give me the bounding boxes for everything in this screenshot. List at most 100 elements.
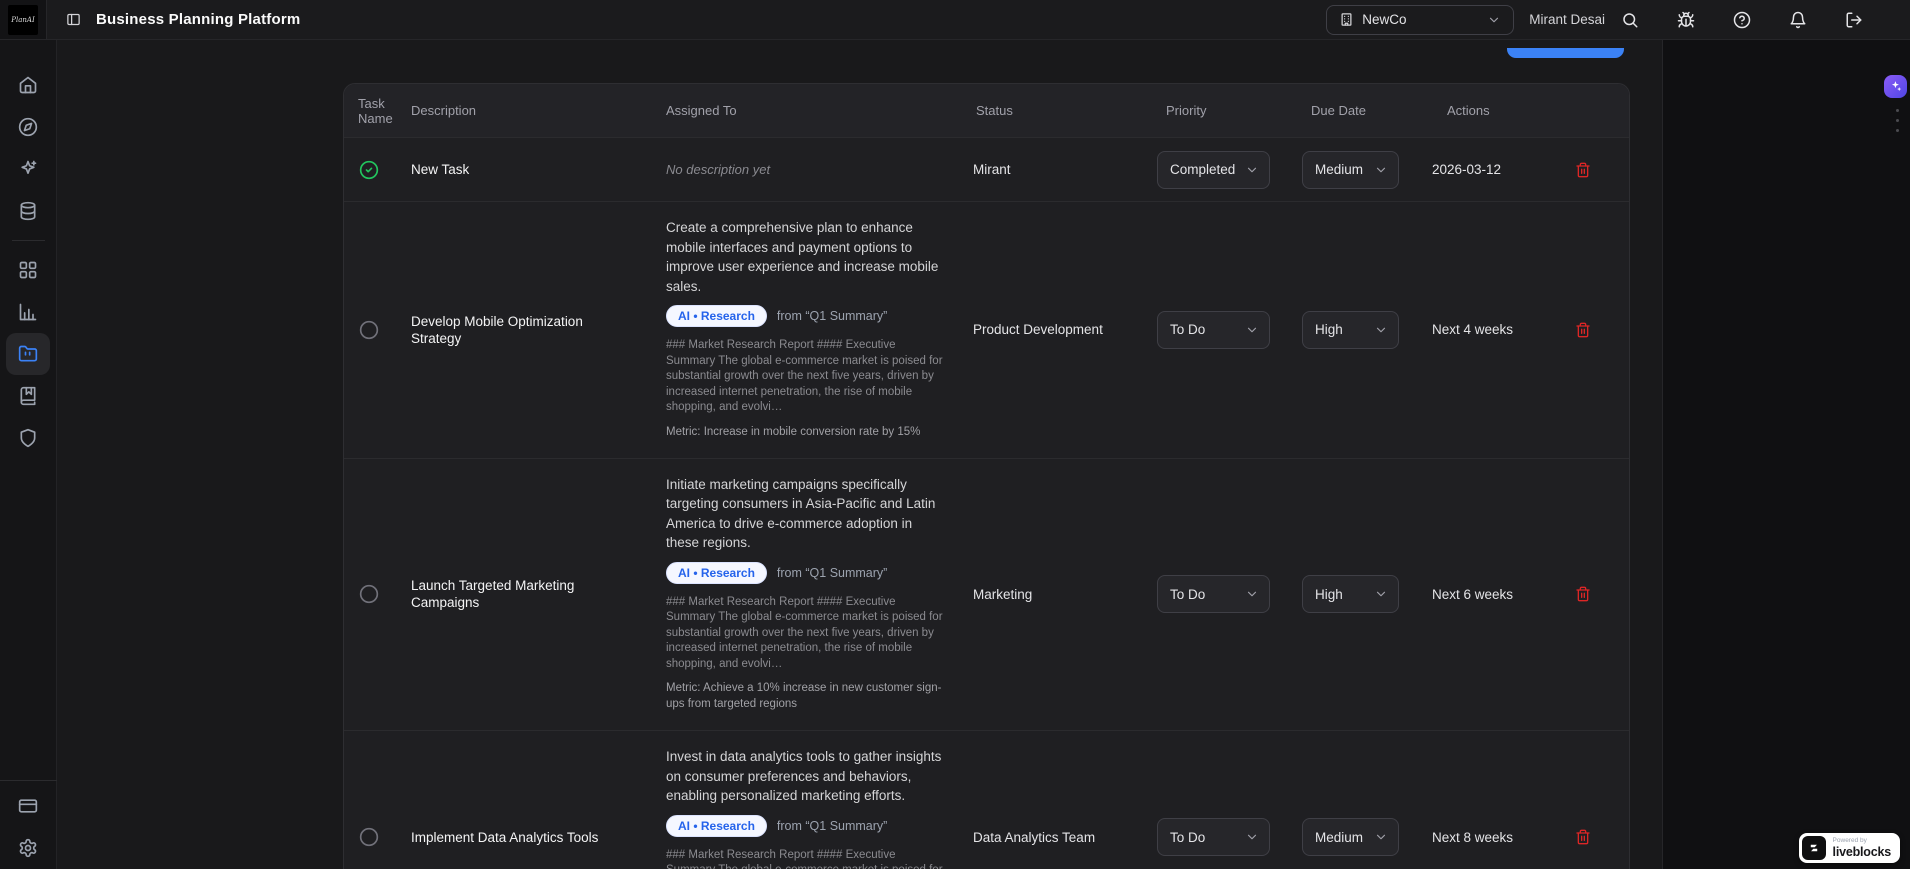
delete-task-button[interactable] [1575, 586, 1591, 602]
check-circle-icon [359, 160, 379, 180]
sidebar-item-folder-kanban[interactable] [6, 333, 50, 375]
status-dropdown[interactable]: To Do [1157, 310, 1270, 349]
org-selector[interactable]: NewCo [1326, 4, 1515, 35]
ai-assistant-button[interactable] [1884, 75, 1907, 98]
sidebar-item-book[interactable] [6, 375, 50, 417]
sidebar-item-shield[interactable] [6, 417, 50, 459]
grid-icon [18, 260, 38, 280]
logout-icon [1845, 11, 1863, 29]
source-reference: from “Q1 Summary” [776, 818, 888, 833]
research-snippet: ### Market Research Report #### Executiv… [666, 848, 943, 869]
priority-dropdown[interactable]: Medium [1302, 818, 1399, 856]
task-metric: Metric: Achieve a 10% increase in new cu… [666, 682, 942, 710]
task-complete-toggle[interactable] [359, 160, 379, 180]
sidebar-divider-bottom [0, 780, 57, 781]
task-name: Implement Data Analytics Tools [411, 829, 599, 845]
assigned-to: Data Analytics Team [973, 829, 1096, 845]
task-complete-toggle[interactable] [359, 827, 379, 847]
sidebar-item-bar-chart[interactable] [6, 291, 50, 333]
priority-dropdown-value: High [1315, 586, 1343, 602]
status-dropdown-value: To Do [1170, 322, 1206, 338]
search-button[interactable] [1621, 11, 1639, 29]
task-complete-toggle[interactable] [359, 584, 379, 604]
research-snippet: ### Market Research Report #### Executiv… [666, 339, 943, 413]
sidebar-item-sparkles[interactable] [6, 148, 50, 190]
liveblocks-logo [1801, 836, 1826, 860]
ai-research-badge: AI • Research [666, 814, 767, 837]
sidebar-mid-group [6, 249, 50, 459]
chevron-down-icon [1374, 830, 1388, 844]
delete-task-button[interactable] [1575, 162, 1591, 178]
sidebar-item-database[interactable] [6, 190, 50, 232]
column-header-actions: Actions [1447, 103, 1490, 118]
sidebar-item-grid[interactable] [6, 249, 50, 291]
assigned-to: Marketing [973, 586, 1033, 602]
shield-icon [18, 428, 38, 448]
sidebar-item-credit-card[interactable] [6, 785, 50, 827]
task-complete-toggle[interactable] [359, 320, 379, 340]
task-table-body: New Task No description yet Mirant Complete… [344, 137, 1629, 869]
sidebar-toggle-button[interactable] [66, 12, 81, 27]
status-dropdown-value: To Do [1170, 586, 1206, 602]
logout-button[interactable] [1845, 11, 1863, 29]
task-name: New Task [411, 162, 470, 177]
chevron-down-icon [1487, 13, 1501, 27]
home-icon [18, 75, 38, 95]
help-icon [1733, 11, 1751, 29]
status-dropdown[interactable]: Completed [1157, 150, 1270, 189]
help-button[interactable] [1733, 11, 1751, 29]
add-task-button[interactable] [1507, 48, 1624, 58]
trash-icon [1575, 586, 1591, 602]
table-row: Develop Mobile Optimization Strategy Crea… [344, 201, 1629, 458]
ai-source-row: AI • Research from “Q1 Summary” [666, 814, 946, 837]
source-reference: from “Q1 Summary” [776, 565, 888, 580]
trash-icon [1575, 322, 1591, 338]
priority-dropdown[interactable]: High [1302, 575, 1399, 614]
sparkles-icon [1889, 80, 1903, 94]
chevron-down-icon [1245, 323, 1259, 337]
status-dropdown[interactable]: To Do [1157, 575, 1270, 614]
top-header: PlanAI Business Planning Platform NewCo … [0, 0, 1910, 40]
database-icon [18, 201, 38, 221]
task-name: Launch Targeted Marketing Campaigns [411, 578, 575, 611]
priority-dropdown[interactable]: High [1302, 310, 1399, 349]
task-description: Create a comprehensive plan to enhance m… [666, 220, 939, 294]
delete-task-button[interactable] [1575, 322, 1591, 338]
sidebar-top-group [6, 64, 50, 232]
bug-button[interactable] [1677, 11, 1695, 29]
status-dropdown[interactable]: To Do [1157, 818, 1270, 856]
priority-dropdown[interactable]: Medium [1302, 150, 1399, 189]
sidebar-bottom-group [0, 780, 57, 869]
assigned-to: Mirant [973, 162, 1011, 177]
org-selector-label: NewCo [1362, 12, 1407, 27]
logo-text: PlanAI [11, 15, 35, 24]
search-icon [1621, 11, 1639, 29]
bell-button[interactable] [1789, 11, 1807, 29]
header-actions [1621, 11, 1863, 29]
sidebar [0, 40, 57, 869]
table-row: Launch Targeted Marketing Campaigns Initi… [344, 457, 1629, 730]
app-root: PlanAI Business Planning Platform NewCo … [0, 0, 1910, 869]
compass-icon [18, 117, 38, 137]
sidebar-item-settings[interactable] [6, 827, 50, 869]
bar-chart-icon [18, 302, 38, 322]
due-date: Next 6 weeks [1432, 586, 1514, 602]
sidebar-item-compass[interactable] [6, 106, 50, 148]
page-title: Business Planning Platform [96, 11, 301, 28]
liveblocks-brand: liveblocks [1832, 845, 1892, 859]
sidebar-divider [11, 240, 45, 241]
circle-icon [359, 320, 379, 340]
widget-drag-handle[interactable] [1896, 109, 1899, 132]
due-date: Next 8 weeks [1432, 829, 1514, 845]
table-row: New Task No description yet Mirant Complete… [344, 137, 1629, 201]
priority-dropdown-value: Medium [1315, 829, 1364, 845]
assigned-to: Product Development [973, 322, 1103, 338]
delete-task-button[interactable] [1575, 829, 1591, 845]
main-content: Task Name Description Assigned To Status Pri… [57, 40, 1663, 869]
sparkles-icon [18, 159, 38, 179]
task-name: Develop Mobile Optimization Strategy [411, 313, 583, 346]
sidebar-item-home[interactable] [6, 64, 50, 106]
liveblocks-badge[interactable]: Powered by liveblocks [1798, 833, 1900, 863]
task-description: Invest in data analytics tools to gather… [666, 749, 942, 803]
bell-icon [1789, 11, 1807, 29]
